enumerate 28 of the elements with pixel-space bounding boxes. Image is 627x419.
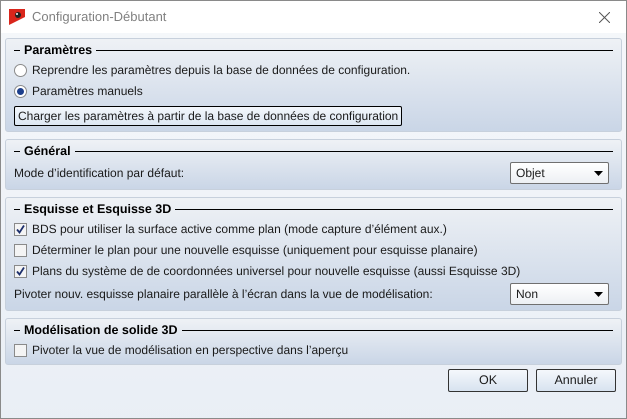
ok-button[interactable]: OK: [448, 369, 528, 392]
dropdown-arrow-icon: [594, 292, 603, 296]
dropdown[interactable]: Objet: [510, 162, 609, 184]
radio-button[interactable]: [14, 64, 27, 76]
dropdown[interactable]: Non: [510, 283, 609, 305]
checkbox-label: Déterminer le plan pour une nouvelle esquisse (uniquement pour esquisse planaire): [32, 242, 478, 259]
window-title: Configuration-Débutant: [32, 8, 166, 26]
section-title: Paramètres: [24, 42, 92, 59]
app-icon: [9, 9, 25, 25]
cancel-button[interactable]: Annuler: [536, 369, 616, 392]
checkbox[interactable]: [14, 264, 27, 278]
field-label: Pivoter nouv. esquisse planaire parallèle à l’écran dans la vue de modélisation:: [14, 286, 434, 303]
checkbox-label: Pivoter la vue de modélisation en perspective dans l’aperçu: [32, 342, 348, 359]
radio-label: Paramètres manuels: [32, 83, 143, 100]
checkbox[interactable]: [14, 244, 27, 256]
checkbox[interactable]: [14, 222, 27, 236]
checkbox-label: Plans du système de de coordonnées universel pour nouvelle esquisse (aussi Esquisse 3D): [32, 263, 520, 280]
radio-label: Reprendre les paramètres depuis la base de données de configuration.: [32, 62, 410, 79]
load-settings-button[interactable]: Charger les paramètres à partir de la base de données de configuration: [14, 106, 402, 126]
radio-button[interactable]: [14, 84, 27, 98]
section-title: Esquisse et Esquisse 3D: [24, 200, 172, 218]
dropdown-arrow-icon: [594, 170, 603, 176]
section-title: Modélisation de solide 3D: [24, 322, 178, 339]
close-icon[interactable]: [599, 12, 610, 22]
checkbox[interactable]: [14, 344, 27, 356]
field-label: Mode d’identification par défaut:: [14, 165, 186, 182]
checkbox-label: BDS pour utiliser la surface active comme plan (mode capture d’élément aux.): [32, 221, 447, 238]
section-title: Général: [24, 142, 71, 160]
